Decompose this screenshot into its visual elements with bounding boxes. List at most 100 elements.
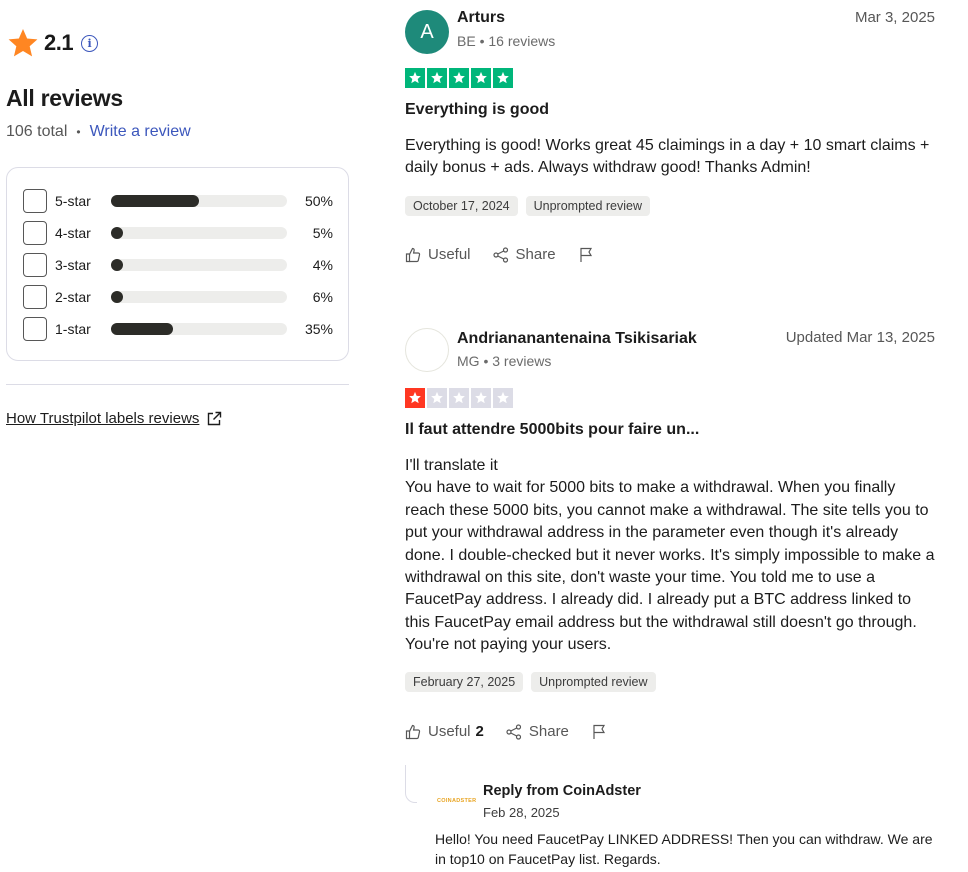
reviewer-name[interactable]: Andriananantenaina Tsikisariak [457, 330, 697, 348]
how-labels-link-text[interactable]: How Trustpilot labels reviews [6, 410, 199, 427]
rating-row: 2.1 i [6, 28, 99, 58]
useful-label: Useful [428, 723, 471, 740]
share-label: Share [528, 723, 569, 740]
distribution-bar [111, 195, 287, 207]
experience-date-badge: February 27, 2025 [405, 672, 524, 692]
share-button[interactable]: Share [506, 723, 569, 740]
star-filter-label: 4-star [55, 225, 91, 241]
useful-button[interactable]: Useful [405, 246, 471, 263]
distribution-bar [111, 291, 287, 303]
star-empty [427, 388, 447, 408]
flag-icon [579, 247, 592, 262]
total-row: 106 total • Write a review [6, 123, 191, 141]
share-icon [492, 246, 508, 263]
star-filled [405, 68, 425, 88]
star-filter-checkbox[interactable] [23, 221, 47, 245]
experience-date-badge: October 17, 2024 [405, 196, 518, 216]
unprompted-badge[interactable]: Unprompted review [525, 196, 650, 216]
share-button[interactable]: Share [492, 246, 556, 263]
distribution-bar [111, 227, 287, 239]
thumbs-up-icon [405, 724, 421, 739]
star-distribution: 5-star 50% 4-star 5% 3-star 4% 2-star 6%… [6, 167, 349, 361]
review-body: Everything is good! Works great 45 claim… [405, 137, 930, 177]
review-tags: February 27, 2025 Unprompted review [405, 672, 656, 692]
star-filter-label: 5-star [55, 193, 91, 209]
report-button[interactable] [578, 247, 601, 263]
avatar[interactable]: A [405, 10, 449, 54]
distribution-bar-fill [111, 195, 199, 207]
star-filled [449, 68, 469, 88]
review-body: I'll translate it You have to wait for 5… [405, 457, 935, 654]
star-rating [405, 388, 513, 408]
total-count: 106 total [6, 123, 68, 140]
star-filter-row[interactable]: 2-star 6% [23, 284, 333, 310]
star-filled [471, 68, 491, 88]
star-filter-label: 3-star [55, 257, 91, 273]
write-review-link[interactable]: Write a review [90, 123, 191, 141]
company-reply: COINADSTER Reply from CoinAdster Feb 28,… [405, 765, 935, 872]
star-icon [8, 29, 38, 57]
useful-label: Useful [428, 246, 471, 263]
reply-author: Reply from CoinAdster [483, 783, 641, 799]
info-icon[interactable]: i [81, 34, 99, 52]
divider [6, 384, 349, 385]
overall-rating: 2.1 [44, 30, 74, 55]
star-filter-row[interactable]: 1-star 35% [23, 316, 333, 342]
avatar-initial: A [420, 20, 434, 43]
star-filter-row[interactable]: 4-star 5% [23, 220, 333, 246]
avatar[interactable] [405, 328, 449, 372]
distribution-bar-fill [111, 259, 123, 271]
star-filter-label: 1-star [55, 321, 91, 337]
distribution-percent: 6% [312, 289, 333, 305]
distribution-bar-fill [111, 291, 123, 303]
star-filled [427, 68, 447, 88]
review-title[interactable]: Everything is good [405, 101, 549, 119]
star-empty [449, 388, 469, 408]
reviewer-meta: MG • 3 reviews [457, 353, 552, 369]
star-filter-row[interactable]: 3-star 4% [23, 252, 333, 278]
reviewer-name[interactable]: Arturs [457, 9, 505, 27]
review-title[interactable]: Il faut attendre 5000bits pour faire un.… [405, 421, 699, 439]
star-filled [493, 68, 513, 88]
star-empty [471, 388, 491, 408]
distribution-bar-fill [111, 227, 123, 239]
separator-dot: • [76, 125, 81, 139]
page-title: All reviews [6, 85, 123, 111]
report-button[interactable] [591, 724, 614, 740]
company-logo: COINADSTER [435, 795, 477, 807]
review-date: Mar 3, 2025 [854, 9, 935, 26]
distribution-bar-fill [111, 323, 173, 335]
distribution-percent: 4% [312, 257, 333, 273]
external-link-icon [208, 411, 222, 425]
reply-date: Feb 28, 2025 [483, 805, 560, 820]
review-card: Andriananantenaina Tsikisariak MG • 3 re… [405, 326, 935, 756]
flag-icon [593, 724, 605, 739]
useful-count: 2 [475, 723, 484, 740]
star-filter-checkbox[interactable] [23, 189, 47, 213]
reply-body: Hello! You need FaucetPay LINKED ADDRESS… [435, 831, 933, 867]
unprompted-badge[interactable]: Unprompted review [531, 672, 656, 692]
star-filter-row[interactable]: 5-star 50% [23, 188, 333, 214]
review-actions: Useful Share [405, 246, 623, 263]
review-date: Updated Mar 13, 2025 [785, 329, 935, 346]
share-label: Share [515, 246, 556, 263]
how-labels-link[interactable]: How Trustpilot labels reviews [6, 410, 222, 427]
thumbs-up-icon [405, 247, 421, 262]
star-filled [405, 388, 425, 408]
share-icon [506, 723, 521, 740]
distribution-bar [111, 323, 287, 335]
star-filter-label: 2-star [55, 289, 91, 305]
distribution-bar [111, 259, 287, 271]
star-filter-checkbox[interactable] [23, 253, 47, 277]
reply-connector [405, 765, 417, 803]
distribution-percent: 5% [312, 225, 333, 241]
useful-button[interactable]: Useful 2 [405, 723, 484, 740]
company-logo-text: COINADSTER [437, 798, 477, 804]
star-filter-checkbox[interactable] [23, 285, 47, 309]
star-empty [493, 388, 513, 408]
distribution-percent: 50% [304, 193, 333, 209]
review-tags: October 17, 2024 Unprompted review [405, 196, 650, 216]
star-filter-checkbox[interactable] [23, 317, 47, 341]
star-rating [405, 68, 513, 88]
review-card: A Arturs BE • 16 reviews Mar 3, 2025 Eve… [405, 6, 935, 276]
